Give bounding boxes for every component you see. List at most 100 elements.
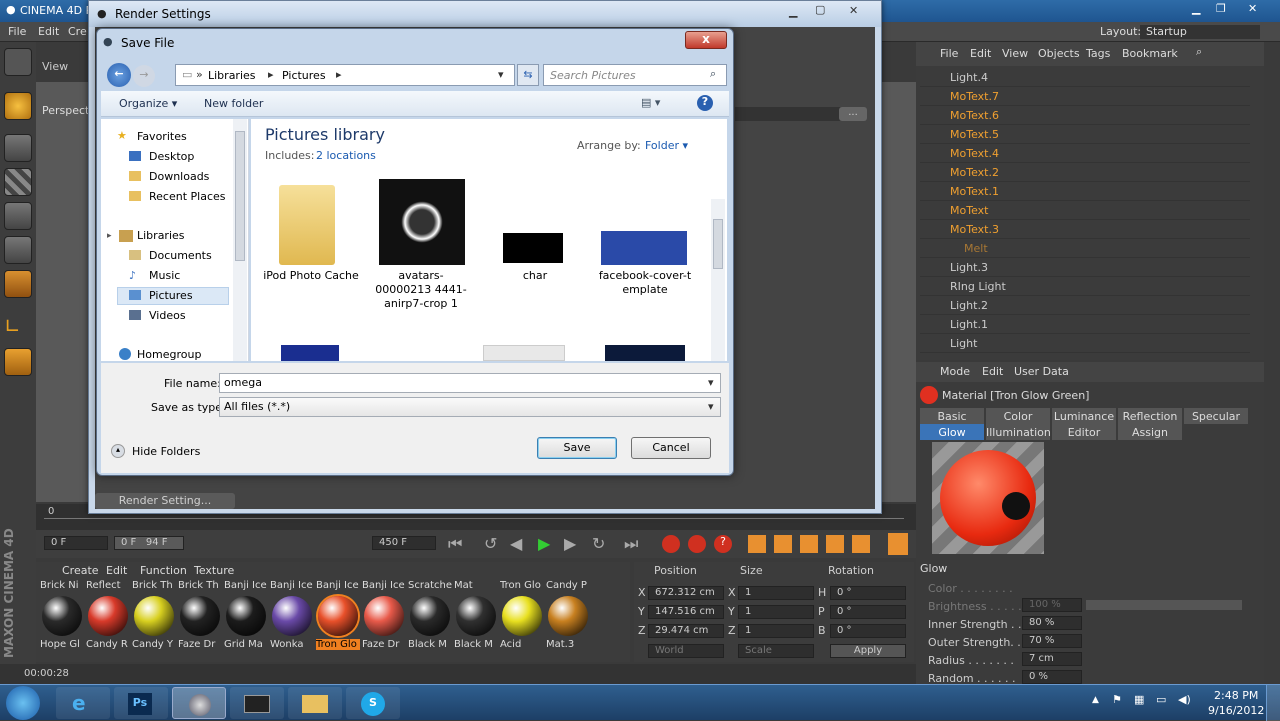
model-mode-icon[interactable] [4,134,32,162]
record-icon[interactable] [662,535,680,553]
live-select-icon[interactable] [4,92,32,120]
object-row[interactable]: MoText.2 [920,163,1250,182]
material-ball[interactable] [88,596,128,636]
close-icon[interactable]: ✕ [1248,2,1257,15]
tab-color[interactable]: Color [986,408,1050,424]
play-icon[interactable]: ▶ [538,534,550,553]
menu-create[interactable]: Cre [68,25,87,38]
nav-music[interactable]: Music [149,269,180,282]
expand-icon[interactable]: ▸ [107,231,112,241]
next-key-icon[interactable]: ↻ [592,534,605,553]
size-y-field[interactable]: 1 [738,605,814,619]
tab-luminance[interactable]: Luminance [1052,408,1116,424]
minimize-icon[interactable]: ▁ [1192,2,1200,15]
search-icon[interactable]: ⌕ [1196,45,1202,59]
taskbar-ie-icon[interactable]: e [56,687,110,719]
brightness-field[interactable]: 100 % [1022,598,1082,612]
object-row[interactable]: MoText.5 [920,125,1250,144]
tab-reflection[interactable]: Reflection [1118,408,1182,424]
nav-favorites[interactable]: Favorites [137,130,187,143]
axis-icon[interactable]: ∟ [4,314,32,342]
clock-time[interactable]: 2:48 PM [1214,689,1258,702]
tab-assign[interactable]: Assign [1118,424,1182,440]
attr-menu-edit[interactable]: Edit [982,365,1003,378]
mat-menu-create[interactable]: Create [62,564,99,577]
nav-documents[interactable]: Documents [149,249,212,262]
om-menu-file[interactable]: File [940,47,958,60]
material-ball[interactable] [364,596,404,636]
coord-system-select[interactable]: World [648,644,724,658]
file-item[interactable] [491,179,577,265]
outer-strength-field[interactable]: 70 % [1022,634,1082,648]
keyframe-help-icon[interactable]: ? [714,535,732,553]
file-item[interactable] [605,345,685,361]
material-ball[interactable] [180,596,220,636]
om-menu-view[interactable]: View [1002,47,1028,60]
start-button-icon[interactable] [6,686,40,720]
frame-end-field[interactable]: 450 F [372,536,436,550]
tab-illumination[interactable]: Illumination [986,424,1051,440]
size-mode-select[interactable]: Scale [738,644,814,658]
object-row[interactable]: Light.4 [920,68,1250,87]
object-row[interactable]: Melt [920,239,1250,258]
material-ball[interactable] [272,596,312,636]
maximize-icon[interactable]: ▢ [815,3,825,16]
back-icon[interactable]: ← [107,63,131,87]
collapse-icon[interactable]: ▴ [111,444,125,458]
prev-key-icon[interactable]: ↺ [484,534,497,553]
frame-start-field[interactable]: 0 F [44,536,108,550]
object-row[interactable]: MoText.3 [920,220,1250,239]
pos-x-field[interactable]: 672.312 cm [648,586,724,600]
taskbar-photoshop-icon[interactable]: Ps [114,687,168,719]
radius-field[interactable]: 7 cm [1022,652,1082,666]
rot-h-field[interactable]: 0 ° [830,586,906,600]
tray-expand-icon[interactable]: ▲ [1092,695,1099,705]
mat-menu-edit[interactable]: Edit [106,564,127,577]
attr-menu-userdata[interactable]: User Data [1014,365,1069,378]
undo-icon[interactable] [4,48,32,76]
nav-scroll-thumb[interactable] [235,131,245,261]
material-ball[interactable] [502,596,542,636]
edges-mode-icon[interactable] [4,236,32,264]
apply-button[interactable]: Apply [830,644,906,658]
pos-y-field[interactable]: 147.516 cm [648,605,724,619]
file-item[interactable] [269,179,355,265]
chevron-down-icon[interactable]: ▾ [498,68,504,81]
tray-flag-icon[interactable]: ⚑ [1112,693,1122,706]
object-row[interactable]: Light.3 [920,258,1250,277]
minimize-icon[interactable]: ▁ [789,5,797,18]
refresh-icon[interactable]: ⇆ [517,64,539,86]
material-ball[interactable] [318,596,358,636]
object-row[interactable]: RIng Light [920,277,1250,296]
taskbar-cinema4d-icon[interactable] [172,687,226,719]
om-menu-edit[interactable]: Edit [970,47,991,60]
param-key-icon[interactable] [826,535,844,553]
tab-editor[interactable]: Editor [1052,424,1116,440]
points-mode-icon[interactable] [4,202,32,230]
object-row[interactable]: Light.2 [920,296,1250,315]
save-type-select[interactable]: All files (*.*) ▾ [219,397,721,417]
viewport-view-menu[interactable]: View [42,60,68,73]
om-menu-tags[interactable]: Tags [1086,47,1110,60]
nav-libraries[interactable]: Libraries [137,229,185,242]
object-row[interactable]: MoText.1 [920,182,1250,201]
layout-select[interactable]: Startup [1140,25,1260,39]
inner-strength-field[interactable]: 80 % [1022,616,1082,630]
size-z-field[interactable]: 1 [738,624,814,638]
object-row[interactable]: Light.1 [920,315,1250,334]
scale-key-icon[interactable] [774,535,792,553]
menu-edit[interactable]: Edit [38,25,59,38]
view-options-icon[interactable]: ▤ ▾ [641,96,660,109]
clock-date[interactable]: 9/16/2012 [1208,704,1264,717]
organize-button[interactable]: Organize ▾ [119,97,177,110]
new-folder-button[interactable]: New folder [204,97,263,110]
object-row[interactable]: MoText [920,201,1250,220]
om-menu-objects[interactable]: Objects [1038,47,1080,60]
save-button[interactable]: Save [537,437,617,459]
chevron-down-icon[interactable]: ▾ [708,400,714,413]
tray-volume-icon[interactable]: ◀) [1178,693,1191,706]
close-icon[interactable]: ✕ [849,4,858,17]
rot-p-field[interactable]: 0 ° [830,605,906,619]
search-icon[interactable]: ⌕ [710,67,716,81]
prev-frame-icon[interactable]: ◀ [510,534,522,553]
